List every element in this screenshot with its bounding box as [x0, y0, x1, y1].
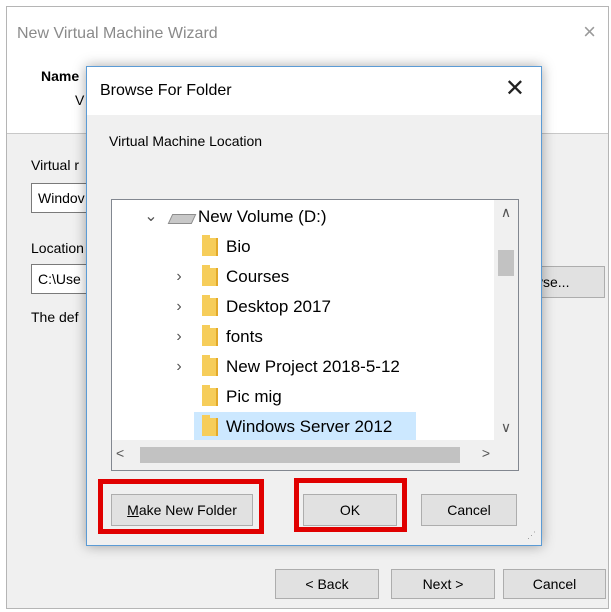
tree-item-label: Courses — [226, 267, 290, 286]
horizontal-scrollbar[interactable]: < > — [112, 440, 496, 470]
folder-icon — [202, 415, 218, 436]
vertical-scrollbar[interactable]: ∧ ∨ — [494, 200, 518, 440]
browse-for-folder-dialog: Browse For Folder ✕ Virtual Machine Loca… — [86, 66, 542, 546]
highlight-box-ok — [294, 478, 407, 532]
location-label: Location — [31, 240, 84, 256]
tree-item-label: Bio — [226, 237, 251, 256]
tree-item-new-volume-d[interactable]: ⌄ New Volume (D:) — [112, 202, 496, 232]
chevron-right-icon[interactable]: › — [172, 292, 186, 322]
tree-item-label: New Volume (D:) — [198, 207, 327, 226]
tree-item-label: fonts — [226, 327, 263, 346]
scroll-right-icon[interactable]: > — [482, 445, 490, 461]
tree-item-label: Pic mig — [226, 387, 282, 406]
dialog-title: Browse For Folder — [100, 82, 232, 99]
tree-item-pic-mig[interactable]: Pic mig — [112, 382, 496, 412]
tree-item-fonts[interactable]: › fonts — [112, 322, 496, 352]
wizard-close-icon[interactable]: × — [583, 21, 596, 43]
wizard-title: New Virtual Machine Wizard — [17, 25, 218, 42]
wizard-header-title: Name — [41, 68, 80, 84]
tree-item-label: New Project 2018-5-12 — [226, 357, 400, 376]
folder-icon — [202, 325, 218, 346]
tree-item-bio[interactable]: Bio — [112, 232, 496, 262]
wizard-cancel-button[interactable]: Cancel — [503, 569, 606, 599]
chevron-right-icon[interactable]: › — [172, 322, 186, 352]
resize-grip-icon[interactable]: ⋰ — [527, 531, 537, 541]
tree-item-windows-server-2012[interactable]: Windows Server 2012 — [194, 412, 416, 442]
vm-name-label: Virtual r — [31, 157, 79, 173]
wizard-header-subtitle: V — [75, 92, 85, 108]
drive-icon — [167, 214, 197, 224]
tree-item-courses[interactable]: › Courses — [112, 262, 496, 292]
dialog-titlebar: Browse For Folder ✕ — [87, 67, 541, 115]
tree-item-desktop-2017[interactable]: › Desktop 2017 — [112, 292, 496, 322]
chevron-right-icon[interactable]: › — [172, 352, 186, 382]
vertical-scroll-thumb[interactable] — [498, 250, 514, 276]
scroll-left-icon[interactable]: < — [116, 445, 124, 461]
wizard-titlebar: New Virtual Machine Wizard × — [7, 7, 608, 65]
folder-tree[interactable]: ⌄ New Volume (D:) Bio › Courses › Deskto… — [111, 199, 519, 471]
highlight-box-make-new-folder — [98, 479, 264, 534]
folder-icon — [202, 235, 218, 256]
folder-icon — [202, 295, 218, 316]
folder-icon — [202, 385, 218, 406]
chevron-right-icon[interactable]: › — [172, 262, 186, 292]
tree-item-new-project[interactable]: › New Project 2018-5-12 — [112, 352, 496, 382]
tree-item-label: Desktop 2017 — [226, 297, 331, 316]
tree-item-label: Windows Server 2012 — [226, 417, 393, 436]
close-icon[interactable]: ✕ — [505, 77, 525, 101]
folder-icon — [202, 265, 218, 286]
folder-icon — [202, 355, 218, 376]
dialog-description: Virtual Machine Location — [109, 133, 263, 149]
back-button[interactable]: < Back — [275, 569, 379, 599]
scroll-down-icon[interactable]: ∨ — [494, 419, 518, 436]
default-location-note: The def — [31, 309, 79, 325]
next-button[interactable]: Next > — [391, 569, 495, 599]
dialog-cancel-button[interactable]: Cancel — [421, 494, 517, 526]
scroll-corner — [494, 440, 518, 470]
scroll-up-icon[interactable]: ∧ — [494, 204, 518, 221]
chevron-down-icon[interactable]: ⌄ — [144, 202, 158, 232]
horizontal-scroll-thumb[interactable] — [140, 447, 460, 463]
